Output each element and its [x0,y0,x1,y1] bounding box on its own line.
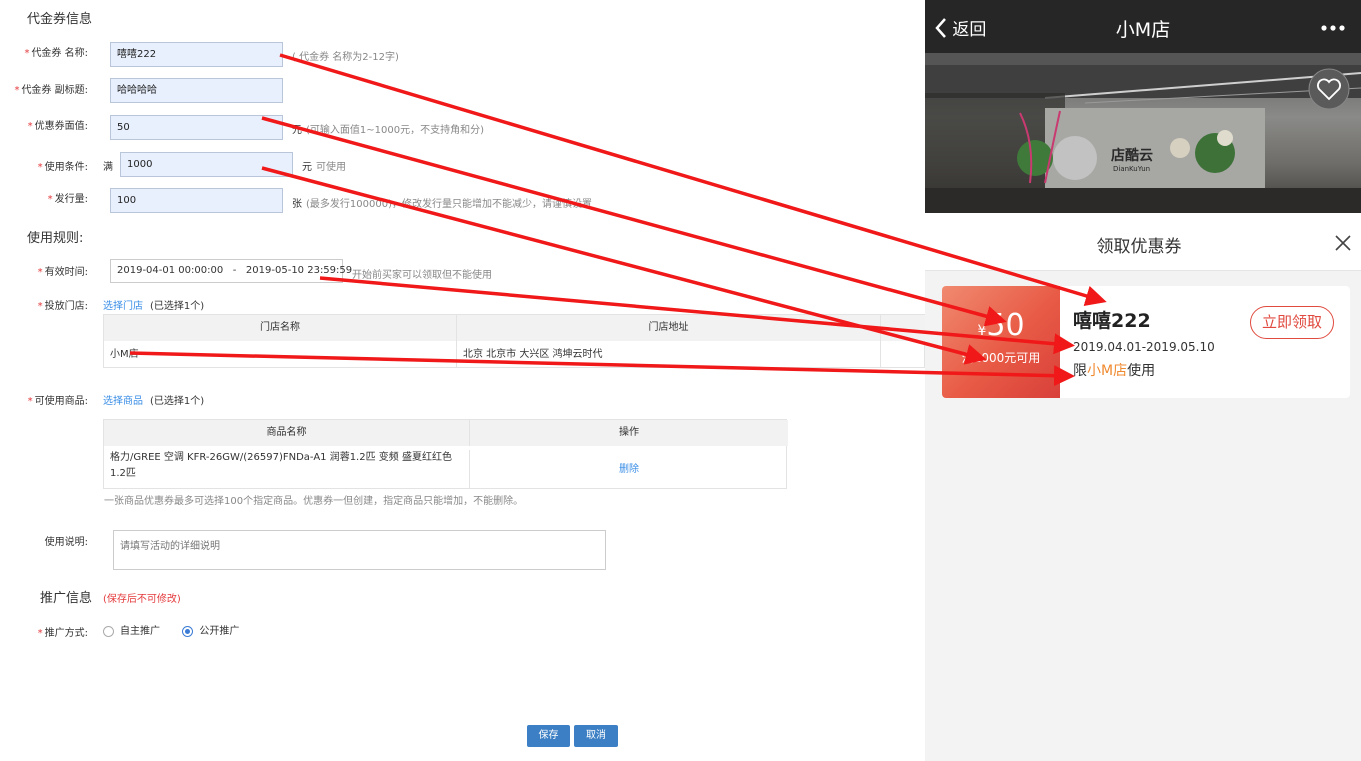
coupon-card: ¥50 满1000元可用 嘻嘻222 2019.04.01-2019.05.10… [942,286,1350,398]
store-address-cell: 北京 北京市 大兴区 鸿坤云时代 [457,341,881,368]
validity-range-input[interactable]: 2019-04-01 00:00:00 - 2019-05-10 23:59:5… [110,259,352,283]
section-title-coupon-info: 代金券信息 [27,12,93,27]
store-name-header: 门店名称 [104,315,457,341]
goods-name-cell: 格力/GREE 空调 KFR-26GW/(26597)FNDa-A1 润蓉1.2… [104,450,470,488]
nav-bar: 返回 小M店 [925,0,1361,53]
store-extra-header [881,315,926,341]
phone-preview: 返回 小M店 店酷云 DianKuYun 领取优惠券 ¥50 满1000元可用 … [925,0,1361,761]
coupon-amount: ¥50 [977,308,1025,343]
radio-public-promo[interactable]: 公开推广 [182,625,239,637]
coupon-store-name: 小M店 [1087,363,1128,379]
coupon-subtitle-input[interactable]: 哈哈哈哈 [110,78,283,103]
goods-note: 一张商品优惠券最多可选择100个指定商品。优惠券一但创建，指定商品只能增加，不能… [104,496,524,507]
coupon-name-input[interactable]: 嘻嘻222 [110,42,283,67]
description-label: 使用说明: [44,537,88,548]
condition-amount-input[interactable]: 1000 [120,152,293,177]
section-title-rules: 使用规则: [27,231,84,246]
store-name-cell: 小M店 [104,341,457,368]
close-icon[interactable] [1334,234,1352,256]
section-title-promo: 推广信息 [40,591,93,606]
name-label: * 代金券 名称: [24,48,88,59]
stores-table: 门店名称 门店地址 小M店 北京 北京市 大兴区 鸿坤云时代 [103,314,926,368]
select-store-link[interactable]: 选择门店 [103,297,143,312]
condition-prefix: 满 [103,162,113,173]
screen: 代金券信息 * 代金券 名称: 嘻嘻222 ( 代金券 名称为2-12字) * 代金… [0,0,1361,761]
coupon-sheet: 领取优惠券 ¥50 满1000元可用 嘻嘻222 2019.04.01-2019… [925,213,1361,761]
goods-name-header: 商品名称 [104,420,470,446]
stores-count: (已选择1个) [150,301,205,312]
goods-count: (已选择1个) [150,396,205,407]
validity-hint: 开始前买家可以领取但不能使用 [352,270,492,281]
store-photo: 店酷云 DianKuYun [925,53,1361,213]
promo-note: (保存后不可修改) [103,594,181,605]
quantity-label: * 发行量: [47,194,88,205]
coupon-condition: 满1000元可用 [961,351,1041,365]
claim-coupon-button[interactable]: 立即领取 [1250,306,1334,339]
store-photo-art [925,53,1361,213]
description-textarea[interactable] [113,530,606,570]
store-title: 小M店 [1115,19,1171,41]
stores-label: * 投放门店: [37,301,88,312]
validity-label: * 有效时间: [37,267,88,278]
sheet-header: 领取优惠券 [925,213,1361,271]
delete-goods-link[interactable]: 删除 [470,460,788,475]
name-hint: ( 代金券 名称为2-12字) [292,52,399,63]
face-value-hint: 元 (可输入面值1~1000元，不支持角和分) [292,125,484,136]
photo-sign-en: DianKuYun [1113,165,1151,173]
goods-action-header: 操作 [470,420,788,446]
quantity-input[interactable]: 100 [110,188,283,213]
more-dots-icon[interactable] [1320,18,1346,37]
promo-label: * 推广方式: [37,628,88,639]
radio-self-promo[interactable]: 自主推广 [103,625,160,637]
coupon-dates: 2019.04.01-2019.05.10 [1073,340,1215,354]
select-goods-link[interactable]: 选择商品 [103,392,143,407]
face-value-input[interactable]: 50 [110,115,283,140]
face-value-label: * 优惠券面值: [27,121,88,132]
coupon-amount-panel: ¥50 满1000元可用 [942,286,1060,398]
condition-label: * 使用条件: [37,162,88,173]
subtitle-label: * 代金券 副标题: [14,85,88,96]
save-button[interactable]: 保存 [527,725,570,747]
coupon-store-limit: 限小M店使用 [1073,363,1156,379]
cancel-button[interactable]: 取消 [574,725,618,747]
goods-table: 商品名称 操作 格力/GREE 空调 KFR-26GW/(26597)FNDa-… [103,419,788,489]
favorite-heart-icon[interactable] [1309,69,1349,109]
store-address-header: 门店地址 [457,315,881,341]
quantity-hint: 张 (最多发行100000)，修改发行量只能增加不能减少，请谨慎设置 [292,199,592,210]
photo-sign-text: 店酷云 [1111,148,1153,164]
goods-label: * 可使用商品: [27,396,88,407]
condition-hint: 元可使用 [302,162,346,173]
arrow-value-to-coupon-amount [261,116,1007,327]
sheet-title: 领取优惠券 [1096,237,1182,257]
promo-radio-group: 自主推广 公开推广 [103,622,239,637]
coupon-name: 嘻嘻222 [1073,310,1151,332]
